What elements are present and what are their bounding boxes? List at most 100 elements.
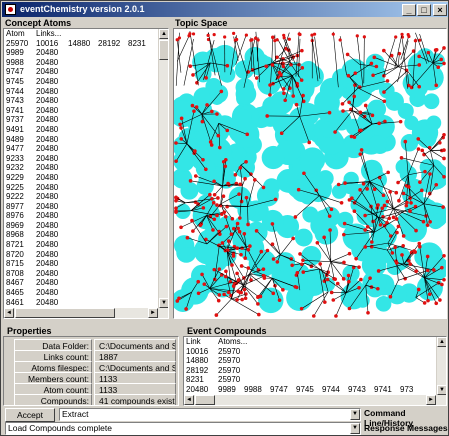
atom-node [371,73,375,78]
atom-node [244,33,248,37]
atom-row[interactable]: 8461 20480 [4,298,168,308]
atom-row[interactable]: 9232 20480 [4,163,168,173]
atom-row[interactable]: 8968 20480 [4,230,168,240]
close-button[interactable]: × [433,4,447,16]
compounds-scroll-left-icon[interactable]: ◄ [184,395,194,405]
atom-row[interactable]: 8976 20480 [4,211,168,221]
atom-node [264,64,268,69]
atom-row[interactable]: 8977 20480 [4,202,168,212]
atom-node [235,271,239,276]
atom-row[interactable]: 9743 20480 [4,96,168,106]
atom-node [300,66,305,70]
atom-row[interactable]: 8720 20480 [4,250,168,260]
scroll-left-arrow-icon[interactable]: ◄ [4,308,14,318]
atom-link: 20480 [36,124,59,134]
atom-node [174,195,178,200]
atom-row[interactable]: 8708 20480 [4,269,168,279]
scroll-thumb[interactable] [159,40,168,60]
compound-row[interactable]: 14880 25970 [184,356,446,366]
atom-row[interactable]: 9745 20480 [4,77,168,87]
atom-node [281,64,286,69]
atom-row[interactable]: 9225 20480 [4,183,168,193]
compound-row[interactable]: 10016 25970 [184,347,446,357]
atom-row[interactable]: 9222 20480 [4,192,168,202]
atom-node [407,34,411,39]
atom-row[interactable]: 9744 20480 [4,87,168,97]
atom-id: 8969 [6,220,24,230]
topic-space-canvas[interactable] [173,28,447,319]
compound-row[interactable]: 20480 9989 9988 9747 9745 9744 9743 9741 973 [184,385,446,395]
atom-id: 8721 [6,240,24,250]
compounds-scroll-up-icon[interactable]: ▲ [437,337,446,347]
maximize-button[interactable]: □ [417,4,431,16]
atoms-horizontal-scrollbar[interactable]: ◄ ► [4,308,168,318]
atom-node [347,279,351,284]
atom-link: 20480 [36,67,59,77]
atom-node [185,235,190,240]
minimize-button[interactable]: _ [402,4,416,16]
concept-atoms-list[interactable]: Atom Links... 25970 10016 14880 28192 8231 998… [3,28,169,319]
topic-cluster-blob [193,237,221,265]
atom-row[interactable]: 9989 20480 [4,48,168,58]
header-atom: Atom [6,29,25,38]
compound-row[interactable]: 28192 25970 [184,366,446,376]
response-dropdown-icon[interactable]: ▼ [350,423,360,434]
atom-row[interactable]: 9229 20480 [4,173,168,183]
atom-row[interactable]: 8715 20480 [4,259,168,269]
atom-node [363,228,367,232]
atom-row[interactable]: 8465 20480 [4,288,168,298]
atom-row[interactable]: 9737 20480 [4,115,168,125]
h-scroll-thumb[interactable] [15,308,115,318]
topic-space-graph[interactable] [174,29,446,318]
atom-node [224,224,229,229]
atom-node [370,113,375,118]
atom-id: 9489 [6,134,24,144]
atom-row[interactable]: 9741 20480 [4,106,168,116]
atom-row[interactable]: 8969 20480 [4,221,168,231]
accept-button[interactable]: Accept [5,408,55,422]
atom-row[interactable]: 25970 10016 14880 28192 8231 [4,39,168,49]
atom-row[interactable]: 8467 20480 [4,278,168,288]
scroll-right-arrow-icon[interactable]: ► [148,308,158,318]
compound-row[interactable]: 8231 25970 [184,375,446,385]
atom-node [386,170,390,175]
topic-cluster-blob [294,228,313,247]
scroll-up-arrow-icon[interactable]: ▲ [159,29,168,39]
header-link: Link [186,337,201,346]
atom-node [368,276,372,280]
atom-row[interactable]: 9988 20480 [4,58,168,68]
atom-row[interactable]: 9233 20480 [4,154,168,164]
atom-id: 8976 [6,211,24,221]
compounds-scroll-down-icon[interactable]: ▼ [437,385,446,395]
atom-node [212,192,217,197]
atom-node [363,245,368,249]
atom-node [396,224,401,229]
compounds-horizontal-scrollbar[interactable]: ◄ ► [184,395,446,405]
concept-atoms-header: Atom Links... [4,29,168,39]
scroll-down-arrow-icon[interactable]: ▼ [159,298,168,308]
command-input[interactable]: Extract ▼ [59,408,361,421]
atom-node [179,126,183,130]
atom-node [235,221,240,226]
compounds-vertical-scrollbar[interactable]: ▲ ▼ [436,337,446,395]
event-compounds-list[interactable]: Link Atoms... 10016 25970 14880 25970 28192 25… [183,336,447,406]
atom-node [352,94,357,99]
compounds-h-thumb[interactable] [195,395,215,405]
command-dropdown-icon[interactable]: ▼ [350,409,360,420]
atom-row[interactable]: 9489 20480 [4,135,168,145]
atom-node [281,87,286,91]
atom-link: 20480 [36,240,59,250]
atom-node [222,210,227,214]
topic-cluster-blob [232,108,252,128]
atom-node [254,76,259,80]
atom-row[interactable]: 8721 20480 [4,240,168,250]
compounds-scroll-right-icon[interactable]: ► [426,395,436,405]
atoms-vertical-scrollbar[interactable]: ▲ ▼ [158,29,168,308]
atom-row[interactable]: 9491 20480 [4,125,168,135]
atom-id: 9741 [6,105,24,115]
atom-node [442,277,446,282]
response-messages-box[interactable]: Load Compounds complete ▼ [5,422,361,435]
atom-row[interactable]: 9747 20480 [4,67,168,77]
atom-row[interactable]: 9477 20480 [4,144,168,154]
atom-node [413,39,417,43]
